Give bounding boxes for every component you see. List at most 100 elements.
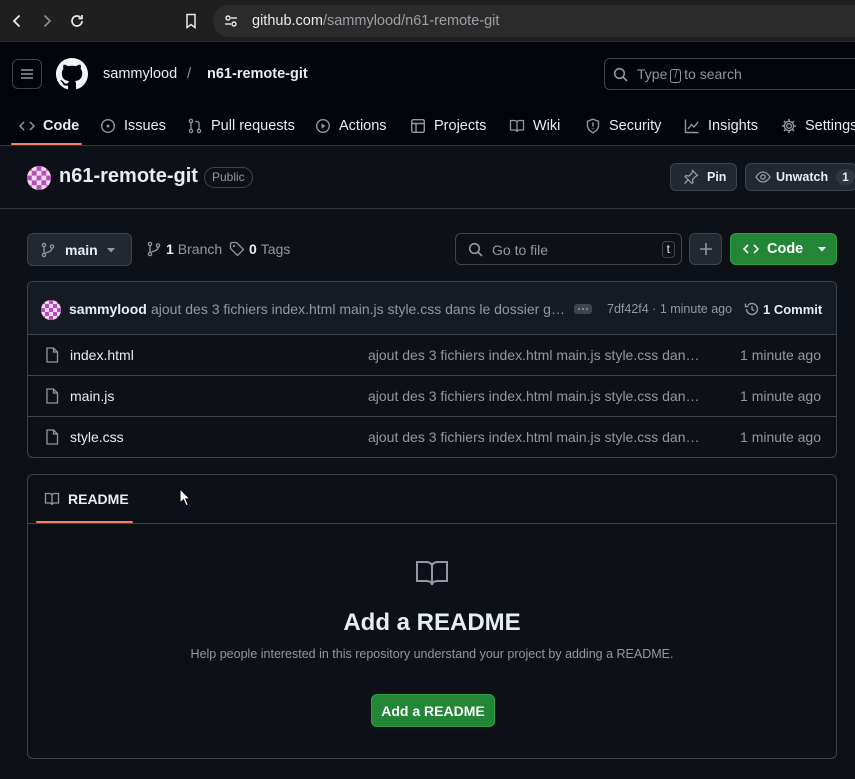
avatar[interactable] xyxy=(41,300,61,320)
tab-pull-requests[interactable]: Pull requests xyxy=(187,105,295,146)
play-icon xyxy=(315,118,331,133)
file-commit-message[interactable]: ajout des 3 fichiers index.html main.js … xyxy=(368,429,700,445)
go-to-file-placeholder: Go to file xyxy=(492,242,549,258)
shield-icon xyxy=(586,117,600,134)
avatar[interactable] xyxy=(27,166,51,190)
book-icon xyxy=(509,119,525,132)
commit-message-link[interactable]: ajout des 3 fichiers index.html main.js … xyxy=(151,301,565,317)
file-commit-message[interactable]: ajout des 3 fichiers index.html main.js … xyxy=(368,388,700,404)
tab-settings[interactable]: Settings xyxy=(781,105,855,146)
tab-actions[interactable]: Actions xyxy=(315,105,387,146)
tab-projects[interactable]: Projects xyxy=(410,105,486,146)
code-button-label: Code xyxy=(767,241,804,257)
chevron-left-icon xyxy=(12,14,21,28)
branch-selector[interactable]: main xyxy=(27,233,132,266)
tab-label: Projects xyxy=(434,117,487,134)
tab-security[interactable]: Security xyxy=(585,105,661,146)
branches-link[interactable]: 1 Branch xyxy=(146,241,222,257)
history-icon xyxy=(744,302,759,316)
tab-label: Settings xyxy=(805,117,855,134)
tab-label: Insights xyxy=(708,117,758,134)
tab-code[interactable]: Code xyxy=(19,105,79,146)
url-domain: github.com xyxy=(252,13,323,29)
unwatch-button[interactable]: Unwatch 1 xyxy=(745,163,855,191)
graph-icon xyxy=(684,119,699,133)
site-settings-icon[interactable] xyxy=(223,13,239,29)
file-icon xyxy=(46,429,59,445)
tab-issues[interactable]: Issues xyxy=(100,105,166,146)
slash-key-hint: / xyxy=(670,69,682,83)
back-button[interactable] xyxy=(5,9,29,33)
add-readme-button[interactable]: Add a README xyxy=(371,694,495,727)
tab-label: Issues xyxy=(124,117,166,134)
tab-label: Pull requests xyxy=(211,117,295,134)
bookmark-button[interactable] xyxy=(179,9,203,33)
tab-insights[interactable]: Insights xyxy=(684,105,758,146)
watch-count: 1 xyxy=(836,169,855,185)
global-search-input[interactable]: Type / to search xyxy=(604,58,855,90)
reload-button[interactable] xyxy=(65,9,89,33)
address-bar[interactable]: github.com/sammylood/n61-remote-git xyxy=(213,5,855,37)
owner-link[interactable]: sammylood xyxy=(103,66,177,82)
repo-name[interactable]: n61-remote-git xyxy=(59,165,198,188)
commit-hash-time[interactable]: 7df42f4 · 1 minute ago xyxy=(607,302,732,316)
hamburger-menu-button[interactable] xyxy=(12,59,42,89)
visibility-badge: Public xyxy=(204,167,253,188)
url-path: /sammylood/n61-remote-git xyxy=(322,13,500,29)
pin-icon xyxy=(684,169,699,185)
tab-readme[interactable]: README xyxy=(44,491,129,507)
file-commit-message[interactable]: ajout des 3 fichiers index.html main.js … xyxy=(368,347,700,363)
file-icon xyxy=(46,388,59,404)
reload-icon xyxy=(71,15,83,27)
search-icon xyxy=(468,242,483,257)
forward-button[interactable] xyxy=(35,9,59,33)
github-logo-icon[interactable] xyxy=(56,58,88,90)
readme-heading: Add a README xyxy=(343,609,521,636)
add-file-button[interactable] xyxy=(689,233,722,265)
tab-label: Code xyxy=(43,117,80,134)
latest-commit-bar: sammylood ajout des 3 fichiers index.htm… xyxy=(28,282,836,335)
pin-button[interactable]: Pin xyxy=(670,163,737,191)
readme-tabbar: README xyxy=(28,475,836,524)
file-commit-time: 1 minute ago xyxy=(740,388,821,404)
go-to-file-input[interactable]: Go to file t xyxy=(455,233,682,265)
caret-down-icon xyxy=(818,247,827,252)
file-icon xyxy=(46,347,59,363)
book-icon xyxy=(416,561,448,586)
table-row[interactable]: style.css ajout des 3 fichiers index.htm… xyxy=(28,417,836,457)
code-dropdown-button[interactable]: Code xyxy=(730,233,837,265)
file-name-link[interactable]: main.js xyxy=(70,388,114,404)
branch-icon xyxy=(147,241,161,257)
readme-subtext: Help people interested in this repositor… xyxy=(190,647,674,661)
tags-link[interactable]: 0 Tags xyxy=(229,241,290,257)
tab-wiki[interactable]: Wiki xyxy=(509,105,560,146)
code-icon xyxy=(743,244,759,254)
gear-icon xyxy=(782,118,796,133)
book-icon xyxy=(44,492,60,506)
table-icon xyxy=(411,118,426,133)
pull-request-icon xyxy=(188,118,202,133)
readme-tab-label: README xyxy=(68,491,129,507)
branch-name: main xyxy=(65,242,98,258)
commits-count: 1 Commit xyxy=(763,301,823,317)
breadcrumb-separator: / xyxy=(187,65,192,82)
tab-label: Actions xyxy=(339,117,387,134)
table-row[interactable]: main.js ajout des 3 fichiers index.html … xyxy=(28,376,836,417)
commits-history-link[interactable]: 1 Commit xyxy=(744,301,822,317)
file-name-link[interactable]: style.css xyxy=(70,429,124,445)
t-key-hint: t xyxy=(661,241,675,258)
file-commit-time: 1 minute ago xyxy=(740,429,821,445)
file-commit-time: 1 minute ago xyxy=(740,347,821,363)
active-tab-indicator xyxy=(11,143,82,145)
file-name-link[interactable]: index.html xyxy=(70,347,134,363)
commit-author-link[interactable]: sammylood xyxy=(69,301,147,317)
caret-down-icon xyxy=(107,248,115,253)
repo-title-row: n61-remote-git Public Pin Unwatch 1 xyxy=(0,147,855,209)
pin-label: Pin xyxy=(707,170,727,184)
table-row[interactable]: index.html ajout des 3 fichiers index.ht… xyxy=(28,335,836,376)
chevron-right-icon xyxy=(43,14,52,28)
github-header: sammylood / n61-remote-git Type / to searc… xyxy=(0,42,855,146)
repo-link[interactable]: n61-remote-git xyxy=(207,66,308,82)
expand-commit-button[interactable] xyxy=(574,304,592,314)
mouse-cursor-icon xyxy=(179,488,191,507)
